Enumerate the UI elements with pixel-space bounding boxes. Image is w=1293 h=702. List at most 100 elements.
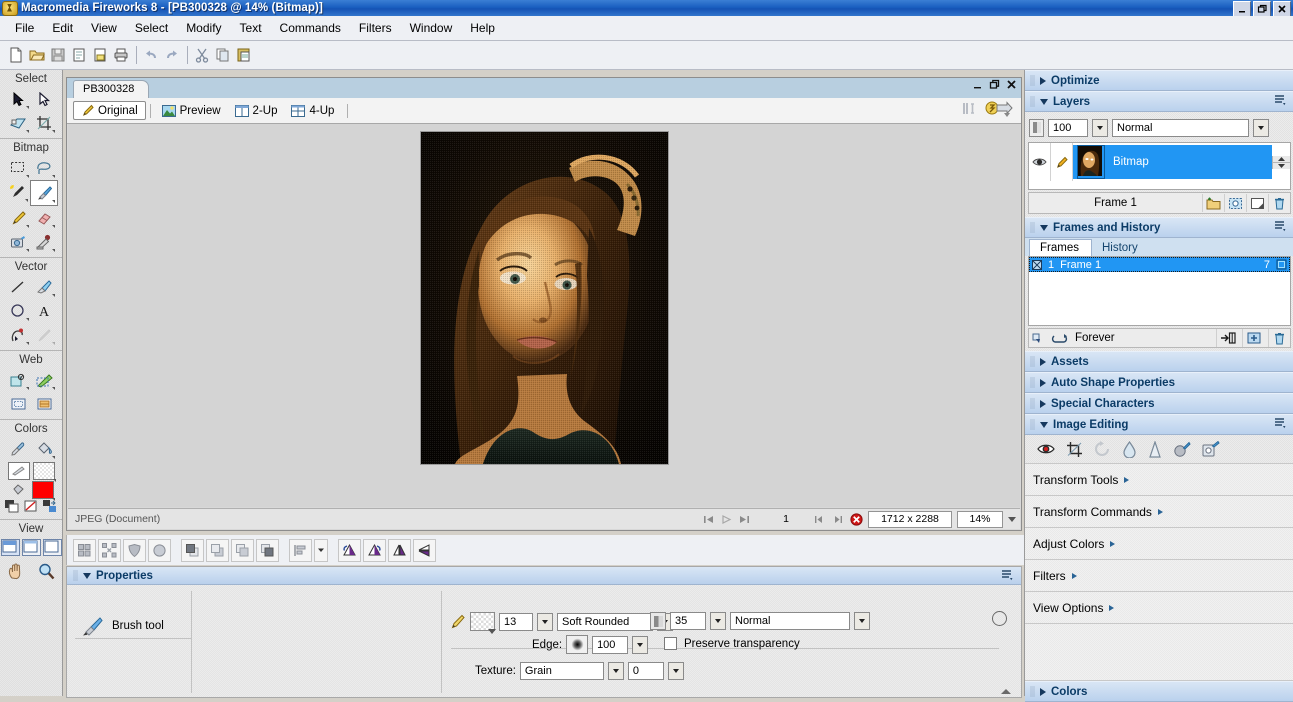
frame-number-field[interactable]: 1 <box>775 512 797 527</box>
doc-minimize-button[interactable] <box>972 79 983 90</box>
bring-to-front-icon[interactable] <box>181 538 204 562</box>
text-tool[interactable]: A <box>31 299 57 323</box>
paste-icon[interactable] <box>234 45 254 65</box>
tab-history[interactable]: History <box>1092 240 1150 256</box>
full-screen-mode[interactable] <box>21 539 41 556</box>
vector-path-tool[interactable] <box>31 275 57 299</box>
panel-options-icon[interactable] <box>1275 418 1287 429</box>
tab-original[interactable]: Original <box>73 101 146 120</box>
stroke-color-swatch[interactable] <box>470 612 496 634</box>
swap-colors-icon[interactable] <box>43 500 57 513</box>
panel-frames-history-header[interactable]: Frames and History <box>1025 217 1293 238</box>
texture-name-field[interactable]: Grain <box>519 662 604 680</box>
red-eye-removal-icon[interactable] <box>1037 442 1055 456</box>
doc-restore-button[interactable] <box>989 79 1000 90</box>
chevron-right-icon[interactable] <box>1040 687 1046 696</box>
blur-tool[interactable] <box>5 230 31 254</box>
menu-help[interactable]: Help <box>461 19 504 37</box>
loop-label[interactable]: Forever <box>1075 332 1212 344</box>
ungroup-icon[interactable] <box>98 538 121 562</box>
split-icon[interactable] <box>148 538 171 562</box>
hand-tool[interactable] <box>5 561 27 581</box>
save-icon[interactable] <box>48 45 68 65</box>
blend-mode-field[interactable]: Normal <box>730 612 850 630</box>
undo-icon[interactable] <box>141 45 161 65</box>
layer-opacity-dropdown-icon[interactable] <box>1092 118 1108 137</box>
new-icon[interactable] <box>6 45 26 65</box>
layer-selected-row[interactable]: Bitmap <box>1073 145 1272 179</box>
blur-icon[interactable] <box>1122 440 1137 458</box>
panel-options-icon[interactable] <box>1275 95 1287 106</box>
canvas-dimensions-field[interactable]: 1712 x 2288 <box>868 510 952 528</box>
full-screen-no-menus[interactable] <box>42 539 62 556</box>
brush-tool[interactable] <box>30 180 58 206</box>
rotate-icon[interactable] <box>1094 441 1111 457</box>
quick-export-icon[interactable] <box>985 101 1013 117</box>
freeform-tool[interactable] <box>31 323 57 347</box>
hide-slices-toggle-icon[interactable] <box>961 101 977 116</box>
dock-item-transform-tools[interactable]: Transform Tools <box>1025 464 1293 496</box>
layer-blend-mode-field[interactable]: Normal <box>1112 118 1249 137</box>
smudge-icon[interactable] <box>1202 441 1220 457</box>
bring-forward-icon[interactable] <box>206 538 229 562</box>
scroll-up-icon[interactable] <box>1273 155 1290 163</box>
panel-grip-icon[interactable] <box>1030 96 1035 107</box>
frames-list[interactable]: 1 Frame 1 7 <box>1028 256 1291 326</box>
onion-skin-icon[interactable] <box>1032 332 1047 345</box>
layers-scroll-buttons[interactable] <box>1272 155 1290 169</box>
doc-close-button[interactable] <box>1006 79 1017 90</box>
align-menu-icon[interactable] <box>289 538 312 562</box>
tab-frames[interactable]: Frames <box>1029 239 1092 256</box>
pen-tool[interactable] <box>5 323 31 347</box>
blend-mode-dropdown-icon[interactable] <box>854 612 870 630</box>
eraser-tool[interactable] <box>31 206 57 230</box>
open-icon[interactable] <box>27 45 47 65</box>
panel-special-characters-header[interactable]: Special Characters <box>1025 393 1293 414</box>
texture-dropdown-icon[interactable] <box>607 662 624 680</box>
panel-optimize-header[interactable]: Optimize <box>1025 70 1293 91</box>
chevron-right-icon[interactable] <box>1040 378 1046 387</box>
panel-grip-icon[interactable] <box>1030 75 1035 86</box>
print-icon[interactable] <box>111 45 131 65</box>
pencil-tool[interactable] <box>5 206 31 230</box>
panel-assets-header[interactable]: Assets <box>1025 351 1293 372</box>
rotate-90-cw-icon[interactable] <box>363 538 386 562</box>
zoom-dropdown-icon[interactable] <box>1008 516 1016 522</box>
subselection-tool[interactable] <box>31 87 57 111</box>
send-backward-icon[interactable] <box>231 538 254 562</box>
help-icon[interactable]: question-mark-icon <box>992 611 1007 626</box>
menu-filters[interactable]: Filters <box>350 19 401 37</box>
frame-row[interactable]: 1 Frame 1 7 <box>1029 257 1290 272</box>
next-frame-icon[interactable] <box>831 513 844 526</box>
chevron-down-icon[interactable] <box>83 572 91 579</box>
edge-dropdown-icon[interactable] <box>632 635 649 654</box>
layers-list[interactable]: Bitmap <box>1028 142 1291 190</box>
flip-vertical-icon[interactable] <box>413 538 436 562</box>
tab-4up[interactable]: 4-Up <box>284 103 341 119</box>
close-button[interactable] <box>1273 1 1291 17</box>
layer-opacity-field[interactable]: 100 <box>1048 118 1088 137</box>
group-icon[interactable] <box>73 538 96 562</box>
default-colors-icon[interactable] <box>5 500 19 513</box>
stroke-color-swatch[interactable] <box>7 462 30 480</box>
panel-grip-icon[interactable] <box>1030 686 1035 697</box>
frame-export-checkbox[interactable] <box>1032 259 1042 270</box>
first-frame-icon[interactable] <box>702 513 715 526</box>
tab-preview[interactable]: Preview <box>155 103 228 119</box>
align-dropdown-icon[interactable] <box>314 538 328 562</box>
chevron-right-icon[interactable] <box>1040 399 1046 408</box>
properties-panel-header[interactable]: Properties <box>67 567 1021 585</box>
dodge-icon[interactable] <box>1173 441 1191 457</box>
panel-grip-icon[interactable] <box>1030 377 1035 388</box>
panel-collapse-icon[interactable] <box>1001 689 1011 694</box>
ellipse-tool[interactable] <box>5 299 31 323</box>
panel-options-icon[interactable] <box>1275 221 1287 232</box>
new-layer-icon[interactable] <box>1246 194 1268 212</box>
cut-icon[interactable] <box>192 45 212 65</box>
stroke-size-dropdown-icon[interactable] <box>537 612 553 631</box>
lasso-tool[interactable] <box>31 156 57 180</box>
dock-item-adjust-colors[interactable]: Adjust Colors <box>1025 528 1293 560</box>
preserve-transparency-checkbox[interactable] <box>664 637 677 650</box>
menu-commands[interactable]: Commands <box>271 19 350 37</box>
menu-window[interactable]: Window <box>401 19 462 37</box>
